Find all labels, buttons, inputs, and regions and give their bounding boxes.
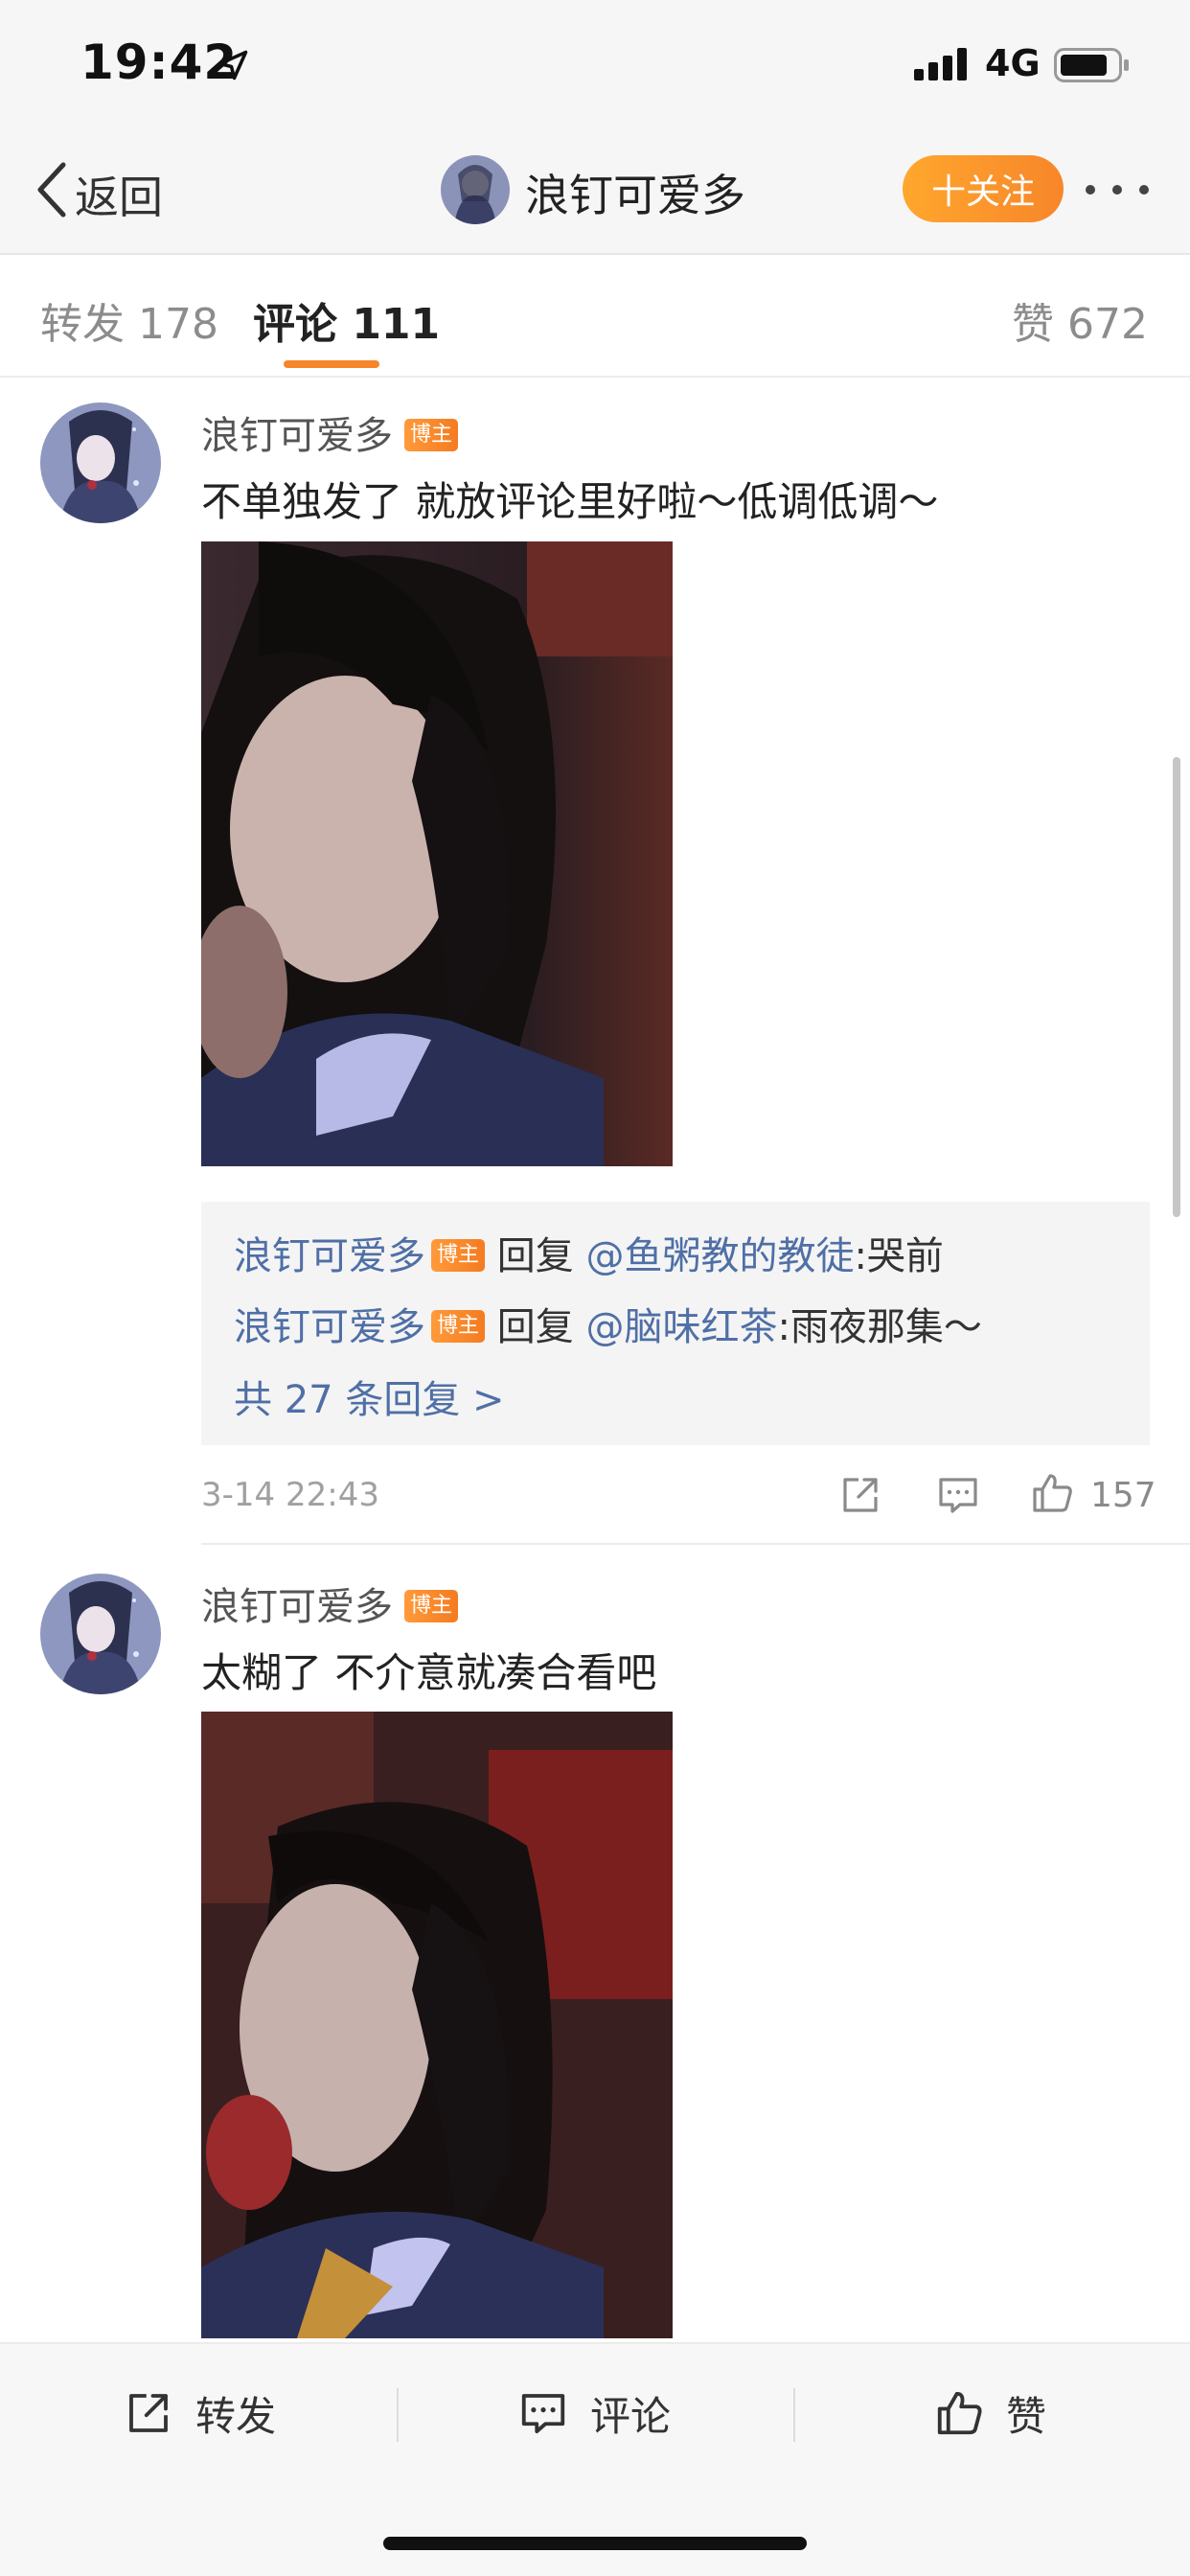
avatar[interactable] [40, 1574, 161, 1694]
reply-author-badge: 博主 [431, 1239, 486, 1272]
comment-author[interactable]: 浪钉可爱多 博主 [201, 1576, 459, 1631]
comment-image[interactable] [201, 1712, 673, 2338]
bottom-repost-button[interactable]: 转发 [123, 2384, 276, 2442]
reply-total-link[interactable]: 共 27 条回复 > [234, 1368, 505, 1424]
tab-bar: 转发 178 评论 111 赞 672 [0, 257, 1190, 378]
more-icon[interactable] [1083, 180, 1152, 199]
back-button[interactable]: 返回 [75, 163, 163, 226]
comment-time: 3-14 22:43 [201, 1476, 379, 1514]
comment-author-name[interactable]: 浪钉可爱多 [201, 1585, 393, 1629]
tab-comment[interactable]: 评论 111 [253, 289, 440, 351]
tab-like[interactable]: 赞 672 [1012, 289, 1148, 351]
location-arrow-icon [217, 50, 248, 80]
comment-author-name[interactable]: 浪钉可爱多 [201, 414, 393, 458]
reply-box[interactable]: 浪钉可爱多 博主 回复 @鱼粥教的教徒:哭前 浪钉可爱多 博主 回复 @脑味红茶:雨… [201, 1202, 1150, 1445]
comment-text: 不单独发了 就放评论里好啦～低调低调～ [201, 478, 939, 525]
signal-icon [914, 48, 967, 80]
bottom-separator [793, 2388, 795, 2442]
chevron-left-icon[interactable] [33, 159, 71, 220]
reply-verb: 回复 [485, 1234, 586, 1278]
reply-target[interactable]: @鱼粥教的教徒 [585, 1234, 854, 1278]
comment-text: 太糊了 不介意就凑合看吧 [201, 1649, 657, 1696]
avatar[interactable] [40, 402, 161, 523]
scrollbar[interactable] [1173, 757, 1180, 1217]
reply-verb: 回复 [485, 1305, 586, 1349]
status-time: 19:42 [80, 34, 239, 90]
nav-avatar[interactable] [441, 155, 510, 224]
reply-content: :雨夜那集～ [777, 1305, 982, 1349]
reply-item[interactable]: 浪钉可爱多 博主 回复 @鱼粥教的教徒:哭前 [234, 1225, 944, 1280]
comment-image[interactable] [201, 541, 673, 1166]
bottom-comment-label: 评论 [590, 2392, 672, 2440]
reply-content: :哭前 [854, 1234, 944, 1278]
share-icon[interactable] [837, 1472, 883, 1518]
like-count: 157 [1090, 1476, 1156, 1515]
nav-bar: 返回 浪钉可爱多 十关注 [0, 125, 1190, 255]
bottom-like-label: 赞 [1006, 2392, 1047, 2440]
thumbs-up-icon[interactable] [1029, 1470, 1075, 1516]
tab-indicator [284, 360, 379, 368]
reply-item[interactable]: 浪钉可爱多 博主 回复 @脑味红茶:雨夜那集～ [234, 1296, 982, 1351]
nav-title: 浪钉可爱多 [525, 170, 745, 221]
bottom-repost-label: 转发 [195, 2392, 277, 2440]
thumbs-up-icon [937, 2391, 982, 2435]
comment-author[interactable]: 浪钉可爱多 博主 [201, 404, 459, 460]
network-type: 4G [985, 42, 1041, 84]
status-bar: 19:42 4G [0, 0, 1190, 125]
author-badge: 博主 [404, 1590, 459, 1622]
reply-author[interactable]: 浪钉可爱多 [234, 1305, 425, 1349]
reply-target[interactable]: @脑味红茶 [585, 1305, 777, 1349]
reply-author[interactable]: 浪钉可爱多 [234, 1234, 425, 1278]
bottom-separator [397, 2388, 399, 2442]
author-badge: 博主 [404, 419, 459, 451]
bottom-like-button[interactable]: 赞 [933, 2384, 1046, 2442]
tab-repost[interactable]: 转发 178 [40, 289, 218, 351]
comment-icon[interactable] [935, 1472, 981, 1518]
home-indicator[interactable] [383, 2537, 807, 2550]
comment-divider [201, 1543, 1190, 1545]
follow-button[interactable]: 十关注 [903, 155, 1064, 222]
reply-author-badge: 博主 [431, 1310, 486, 1343]
share-icon [129, 2394, 168, 2432]
battery-icon [1054, 48, 1129, 82]
comment-icon [521, 2394, 565, 2434]
bottom-comment-button[interactable]: 评论 [517, 2384, 671, 2442]
